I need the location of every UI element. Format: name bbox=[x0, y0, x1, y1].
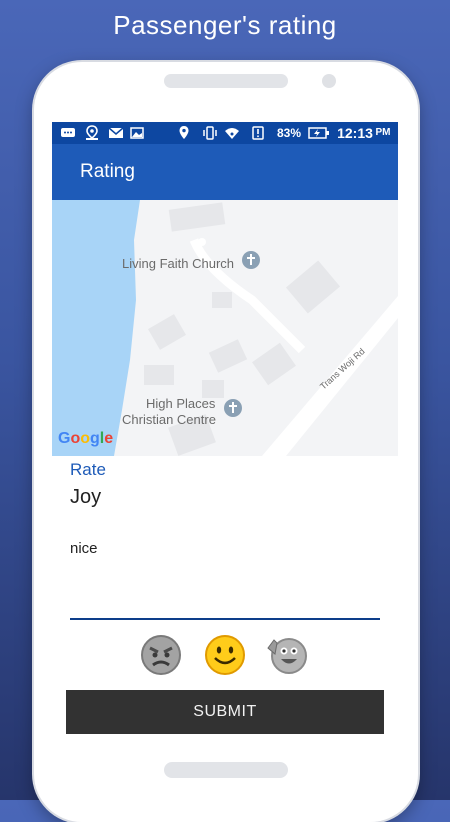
comment-field[interactable]: nice bbox=[70, 540, 98, 557]
phone-camera bbox=[322, 74, 336, 88]
phone-frame: 83% 12:13 PM Rating Living Faith Church … bbox=[34, 62, 418, 822]
poi-label-high-places-2[interactable]: Christian Centre bbox=[122, 412, 216, 428]
battery-percent: 83% bbox=[276, 126, 302, 140]
wifi-icon bbox=[224, 125, 240, 141]
church-marker-1 bbox=[242, 251, 260, 269]
google-logo: Google bbox=[58, 430, 114, 447]
app-bar: Rating bbox=[52, 144, 398, 200]
app-bar-title: Rating bbox=[80, 161, 135, 182]
map-canvas bbox=[52, 200, 398, 456]
gmail-icon bbox=[108, 125, 124, 141]
comment-underline bbox=[70, 618, 380, 620]
waving-face-icon[interactable] bbox=[266, 634, 308, 676]
map-view[interactable]: Living Faith Church High Places Christia… bbox=[52, 200, 398, 456]
angry-face-icon[interactable] bbox=[140, 634, 182, 676]
rated-passenger-name: Joy bbox=[70, 486, 102, 508]
location-pin-icon bbox=[177, 125, 191, 141]
submit-button[interactable]: SUBMIT bbox=[66, 690, 384, 734]
smiley-face-icon[interactable] bbox=[204, 634, 246, 676]
status-bar: 83% 12:13 PM bbox=[52, 122, 398, 144]
alert-icon bbox=[252, 125, 264, 141]
church-marker-2 bbox=[224, 399, 242, 417]
battery-icon bbox=[308, 125, 330, 141]
phone-speaker bbox=[164, 74, 288, 88]
image-icon bbox=[130, 125, 144, 141]
phone-home-bar bbox=[164, 762, 288, 778]
app-screen: 83% 12:13 PM Rating Living Faith Church … bbox=[52, 122, 398, 744]
status-ampm: PM bbox=[375, 127, 391, 138]
promo-title: Passenger's rating bbox=[113, 10, 337, 40]
chat-icon bbox=[60, 125, 76, 141]
status-time: 12:13 bbox=[337, 125, 373, 141]
rate-label: Rate bbox=[70, 460, 106, 479]
poi-label-high-places-1[interactable]: High Places bbox=[146, 396, 215, 412]
vibrate-icon bbox=[202, 125, 218, 141]
poi-label-living-faith[interactable]: Living Faith Church bbox=[122, 256, 234, 272]
location-user-icon bbox=[84, 125, 100, 141]
